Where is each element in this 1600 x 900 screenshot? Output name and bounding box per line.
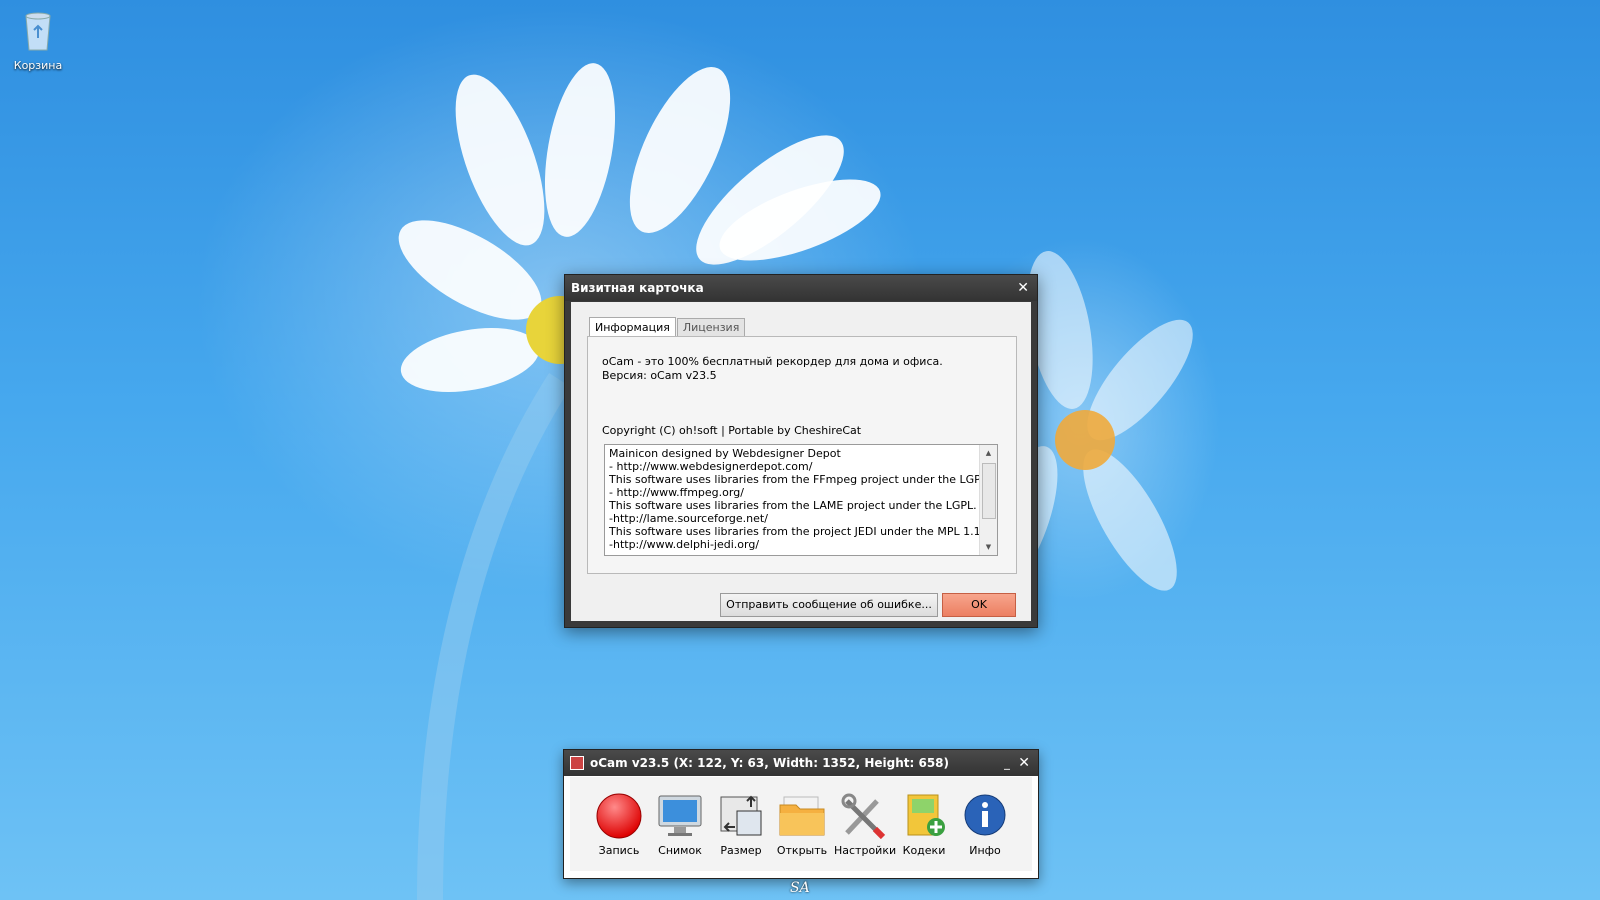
monitor-icon: [658, 795, 702, 836]
recycle-bin-label: Корзина: [13, 59, 63, 72]
credits-textbox[interactable]: Mainicon designed by Webdesigner Depot -…: [604, 444, 998, 556]
scroll-up-arrow-icon[interactable]: ▲: [980, 445, 997, 461]
credits-line: - http://www.ffmpeg.org/: [609, 486, 744, 499]
info-icon: [964, 794, 1006, 836]
tab-strip: Информация Лицензия: [589, 316, 746, 338]
codecs-button[interactable]: Кодеки: [895, 793, 953, 857]
description-text: oCam - это 100% бесплатный рекордер для …: [602, 355, 943, 368]
about-dialog-titlebar[interactable]: Визитная карточка ✕: [565, 275, 1037, 301]
credits-line: This software uses libraries from the pr…: [609, 525, 985, 538]
screenshot-label: Снимок: [658, 844, 702, 857]
recycle-bin-icon: [25, 12, 51, 51]
scroll-down-arrow-icon[interactable]: ▼: [980, 539, 997, 555]
minimize-icon[interactable]: _: [1004, 750, 1010, 776]
info-label: Инфо: [969, 844, 1001, 857]
report-error-button[interactable]: Отправить сообщение об ошибке...: [720, 593, 938, 617]
ocam-app-icon: [570, 755, 584, 770]
credits-line: This software uses libraries from the LA…: [609, 499, 977, 512]
credits-scrollbar[interactable]: ▲ ▼: [979, 445, 997, 555]
scrollbar-thumb[interactable]: [982, 463, 996, 519]
ocam-toolbar-window: oCam v23.5 (X: 122, Y: 63, Width: 1352, …: [563, 749, 1039, 879]
close-icon[interactable]: ✕: [1018, 750, 1030, 776]
codec-film-icon: [907, 794, 945, 836]
resize-label: Размер: [720, 844, 762, 857]
info-button[interactable]: Инфо: [956, 793, 1014, 857]
ocam-titlebar[interactable]: oCam v23.5 (X: 122, Y: 63, Width: 1352, …: [564, 750, 1038, 776]
copyright-text: Copyright (C) oh!soft | Portable by Ches…: [602, 424, 862, 437]
ocam-tool-area: Запись Снимок Размер Открыть Настройки К…: [570, 777, 1032, 871]
version-text: Версия: oCam v23.5: [602, 369, 717, 382]
credits-line: -http://www.delphi-jedi.org/: [609, 538, 760, 551]
open-button[interactable]: Открыть: [773, 793, 831, 857]
tools-icon: [841, 793, 886, 840]
resize-button[interactable]: Размер: [712, 793, 770, 857]
close-icon[interactable]: ✕: [1017, 275, 1029, 301]
settings-label: Настройки: [834, 844, 897, 857]
tab-license[interactable]: Лицензия: [676, 318, 746, 337]
credits-line: This software uses libraries from the FF…: [609, 473, 998, 486]
tab-information[interactable]: Информация: [589, 317, 676, 338]
credits-line: -http://lame.sourceforge.net/: [609, 512, 768, 525]
folder-icon: [779, 796, 825, 836]
about-dialog-title: Визитная карточка: [571, 281, 704, 295]
watermark-text: SA: [790, 880, 810, 896]
ocam-title: oCam v23.5 (X: 122, Y: 63, Width: 1352, …: [590, 756, 949, 770]
about-dialog-body: Информация Лицензия oCam - это 100% беспл…: [571, 302, 1031, 621]
screenshot-button[interactable]: Снимок: [651, 793, 709, 857]
credits-line: - http://www.webdesignerdepot.com/: [609, 460, 813, 473]
credits-line: Mainicon designed by Webdesigner Depot: [609, 447, 841, 460]
record-icon: [596, 793, 642, 839]
ok-button[interactable]: OK: [942, 593, 1016, 617]
record-button[interactable]: Запись: [590, 793, 648, 857]
credits-lines: Mainicon designed by Webdesigner Depot -…: [609, 447, 998, 551]
settings-button[interactable]: Настройки: [834, 793, 897, 857]
resize-icon: [720, 795, 762, 836]
open-label: Открыть: [776, 844, 828, 857]
about-dialog: Визитная карточка ✕ Информация Лицензия o…: [564, 274, 1038, 628]
codecs-label: Кодеки: [902, 844, 946, 857]
recycle-bin[interactable]: Корзина: [12, 6, 64, 72]
tab-panel-information: oCam - это 100% бесплатный рекордер для …: [587, 336, 1017, 574]
record-label: Запись: [598, 844, 640, 857]
